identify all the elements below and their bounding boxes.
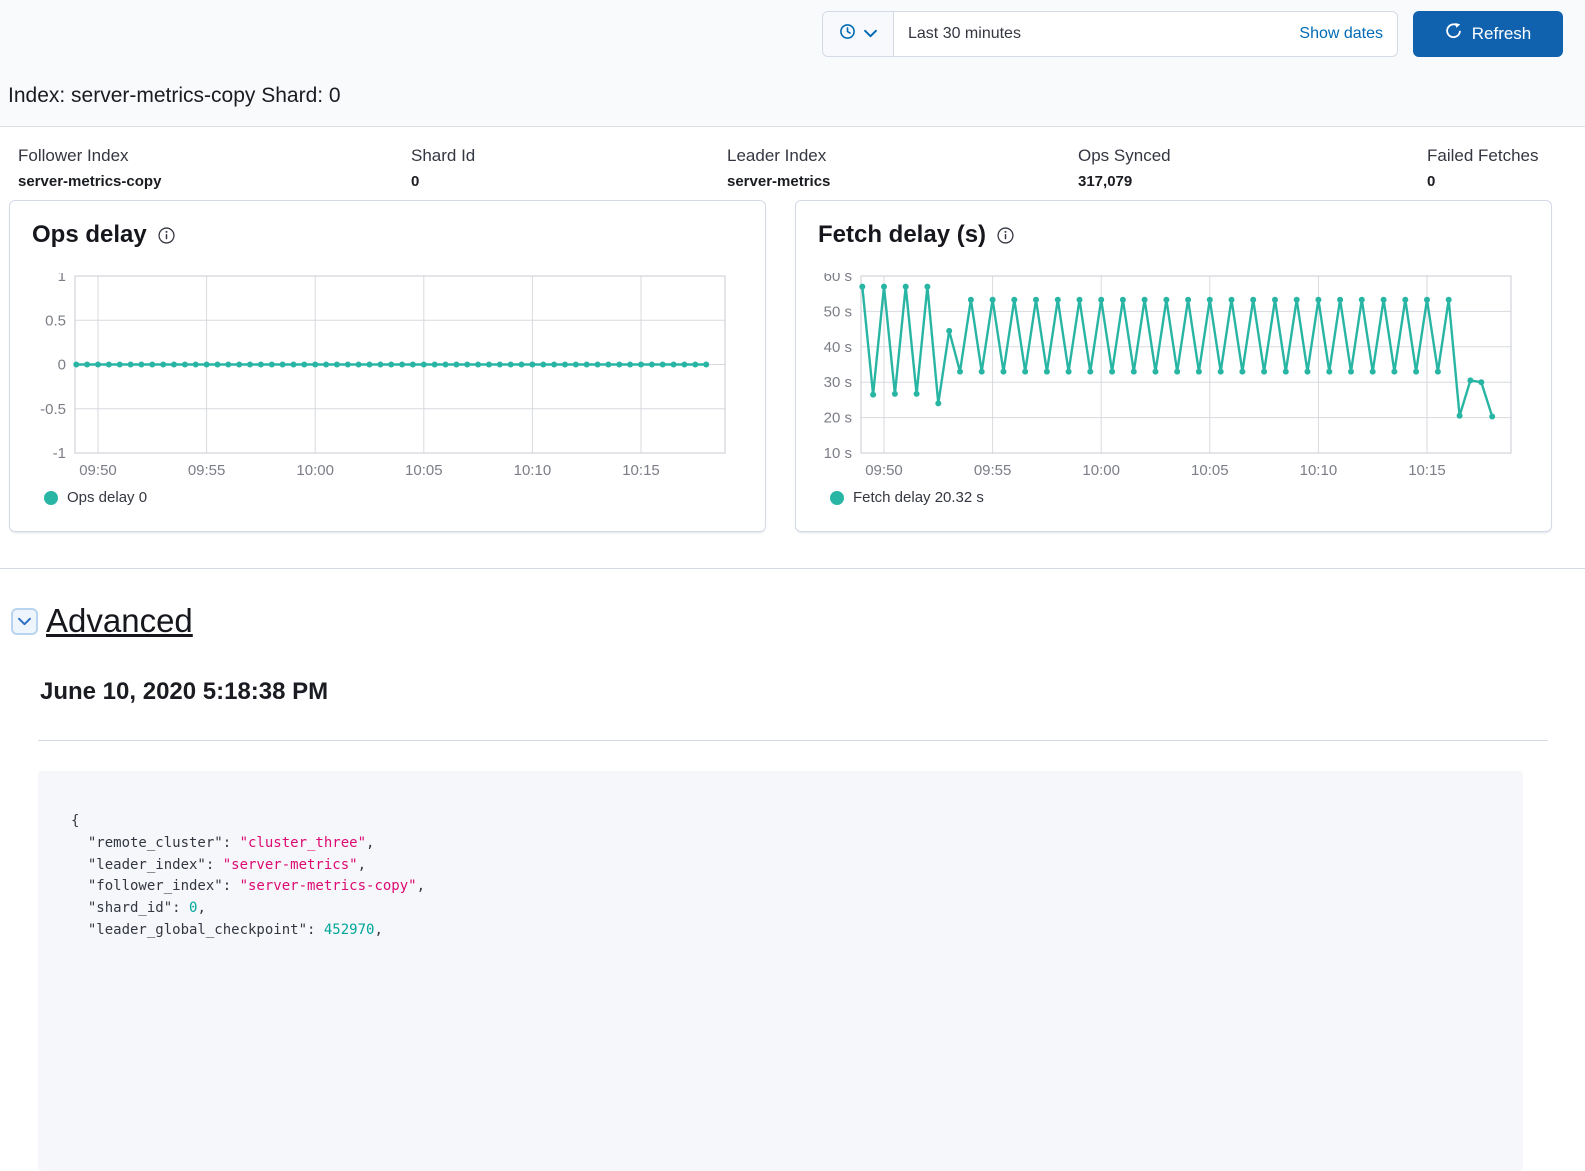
stat-value: server-metrics — [727, 173, 831, 190]
fetch-delay-title-row: Fetch delay (s) — [818, 221, 1014, 249]
time-range-value[interactable]: Last 30 minutes — [894, 25, 1299, 43]
svg-text:60 s: 60 s — [824, 273, 852, 285]
clock-icon — [839, 23, 856, 45]
stat-item: Shard Id 0 — [411, 146, 475, 190]
code-line: "leader_global_checkpoint": 452970, — [71, 921, 383, 938]
stat-value: server-metrics-copy — [18, 173, 162, 190]
svg-text:50 s: 50 s — [824, 303, 852, 320]
svg-text:10:10: 10:10 — [514, 462, 552, 479]
code-line: { — [71, 813, 80, 829]
svg-text:-0.5: -0.5 — [40, 401, 66, 418]
stat-label: Ops Synced — [1078, 146, 1171, 165]
svg-text:10:15: 10:15 — [1408, 462, 1446, 479]
code-line: "remote_cluster": "cluster_three", — [71, 834, 375, 851]
refresh-button[interactable]: Refresh — [1413, 11, 1563, 57]
legend-dot — [830, 490, 844, 505]
fetch-delay-chart: 09:50 09:55 10:00 10:05 10:10 10:15 60 s 50 s 40… — [824, 273, 1512, 479]
svg-text:09:55: 09:55 — [188, 462, 226, 479]
stat-item: Ops Synced 317,079 — [1078, 146, 1171, 190]
svg-text:40 s: 40 s — [824, 339, 852, 356]
svg-text:10:10: 10:10 — [1300, 462, 1338, 479]
info-icon[interactable] — [158, 226, 175, 244]
chevron-down-icon[interactable] — [11, 607, 38, 635]
svg-text:0: 0 — [58, 357, 66, 374]
fetch-delay-panel: Fetch delay (s) 09:50 09:55 10:00 10:05 10:1… — [795, 200, 1552, 532]
fetch-delay-legend: Fetch delay 20.32 s — [830, 489, 984, 506]
stat-item: Leader Index server-metrics — [727, 146, 830, 190]
svg-text:30 s: 30 s — [824, 374, 852, 391]
svg-text:1: 1 — [58, 273, 66, 285]
advanced-label: Advanced — [46, 602, 193, 639]
section-divider — [0, 568, 1585, 569]
code-divider — [38, 740, 1548, 741]
show-dates-link[interactable]: Show dates — [1299, 25, 1397, 43]
ops-delay-title-row: Ops delay — [32, 221, 175, 249]
stat-label: Follower Index — [18, 146, 129, 165]
svg-text:10:00: 10:00 — [1082, 462, 1120, 479]
chart-title-text: Fetch delay (s) — [818, 221, 987, 248]
legend-dot — [44, 490, 58, 505]
stats-list: Follower Index server-metrics-copy Shard I… — [0, 138, 1585, 198]
code-line: "leader_index": "server-metrics", — [71, 856, 367, 873]
snapshot-timestamp: June 10, 2020 5:18:38 PM — [40, 678, 329, 705]
svg-text:10:00: 10:00 — [296, 462, 334, 479]
stat-label: Shard Id — [411, 146, 476, 165]
advanced-toggle[interactable]: Advanced — [11, 602, 193, 640]
svg-text:09:55: 09:55 — [974, 462, 1012, 479]
svg-text:10:05: 10:05 — [1191, 462, 1229, 479]
svg-text:0.5: 0.5 — [45, 312, 66, 329]
super-date-picker[interactable]: Last 30 minutes Show dates — [822, 11, 1398, 57]
ops-delay-legend: Ops delay 0 — [44, 489, 147, 506]
code-line: "follower_index": "server-metrics-copy", — [71, 878, 426, 895]
code-line: "shard_id": 0, — [71, 900, 206, 917]
shard-stats-json: { "remote_cluster": "cluster_three", "le… — [38, 771, 1523, 1171]
svg-text:09:50: 09:50 — [865, 462, 903, 479]
ops-delay-panel: Ops delay 09:50 09:55 10:00 10:05 10:10 10:15… — [9, 200, 766, 532]
refresh-button-label: Refresh — [1471, 24, 1532, 43]
svg-text:10 s: 10 s — [824, 445, 852, 462]
legend-label: Fetch delay 20.32 s — [853, 489, 984, 506]
stat-value: 317,079 — [1078, 173, 1133, 190]
page-title: Index: server-metrics-copy Shard: 0 — [8, 84, 341, 107]
stat-item: Failed Fetches 0 — [1427, 146, 1539, 190]
chart-title-text: Ops delay — [32, 221, 147, 248]
info-icon[interactable] — [997, 226, 1014, 244]
legend-label: Ops delay 0 — [67, 489, 148, 506]
svg-text:09:50: 09:50 — [79, 462, 117, 479]
stat-item: Follower Index server-metrics-copy — [18, 146, 161, 190]
svg-text:10:05: 10:05 — [405, 462, 443, 479]
svg-text:20 s: 20 s — [824, 410, 852, 427]
chevron-down-icon — [864, 25, 877, 43]
svg-text:10:15: 10:15 — [622, 462, 660, 479]
stat-value: 0 — [411, 173, 420, 190]
stat-label: Leader Index — [727, 146, 827, 165]
refresh-icon — [1445, 23, 1462, 45]
stat-label: Failed Fetches — [1427, 146, 1539, 165]
stat-value: 0 — [1427, 173, 1436, 190]
ops-delay-chart: 09:50 09:55 10:00 10:05 10:10 10:15 1 0.5 0 -0.5 -… — [40, 273, 726, 479]
quick-select-button[interactable] — [823, 12, 894, 56]
svg-text:-1: -1 — [53, 445, 66, 462]
